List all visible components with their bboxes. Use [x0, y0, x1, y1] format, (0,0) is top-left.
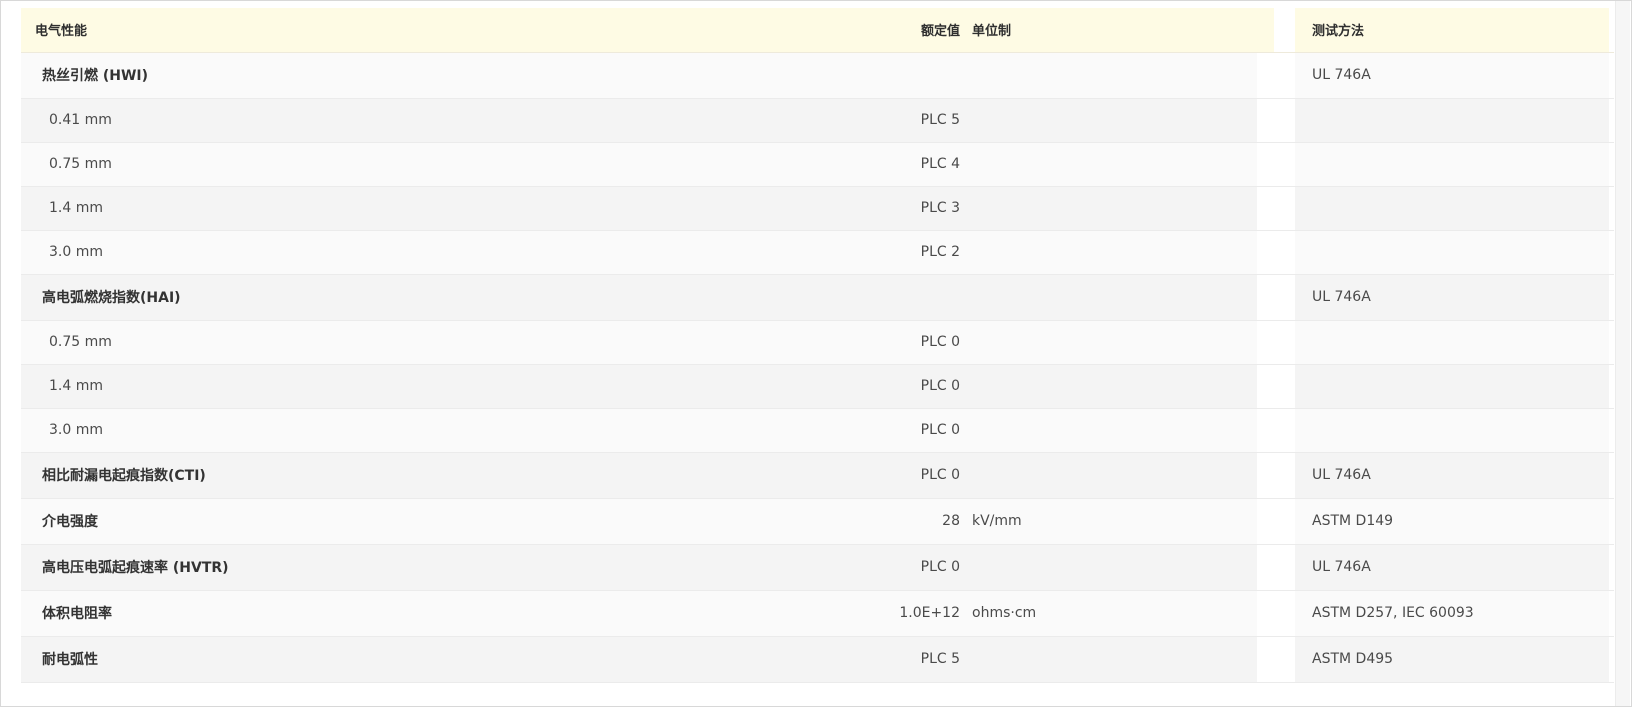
- table-row: 1.4 mm PLC 0: [21, 364, 1614, 408]
- property-name: 0.75 mm: [49, 334, 112, 350]
- property-name: 耐电弧性: [42, 652, 98, 668]
- cell-property-name: 1.4 mm PLC 0: [21, 364, 968, 408]
- table-row: 0.75 mm PLC 0: [21, 320, 1614, 364]
- cell-unit: [955, 274, 1257, 320]
- cell-unit: [955, 452, 1257, 498]
- cell-property-name: 1.4 mm PLC 3: [21, 186, 968, 230]
- cell-unit: [955, 142, 1257, 186]
- property-name: 高电弧燃烧指数(HAI): [42, 290, 181, 306]
- property-name: 0.75 mm: [49, 156, 112, 172]
- property-name: 介电强度: [42, 514, 98, 530]
- cell-test-method: [1295, 230, 1609, 274]
- property-name: 相比耐漏电起痕指数(CTI): [42, 468, 206, 484]
- cell-unit: [955, 98, 1257, 142]
- table-row: 耐电弧性 PLC 5 ASTM D495: [21, 636, 1614, 682]
- cell-unit: [955, 544, 1257, 590]
- cell-property-name: 体积电阻率 1.0E+12: [21, 590, 968, 636]
- table-row: 0.41 mm PLC 5: [21, 98, 1614, 142]
- cell-property-name: 高电弧燃烧指数(HAI): [21, 274, 968, 320]
- property-name: 3.0 mm: [49, 244, 103, 260]
- cell-test-method: UL 746A: [1312, 559, 1371, 575]
- cell-unit: [955, 52, 1257, 98]
- cell-test-method: ASTM D149: [1312, 513, 1394, 529]
- table-row: 0.75 mm PLC 4: [21, 142, 1614, 186]
- property-name: 3.0 mm: [49, 422, 103, 438]
- header-rated-value-label: 额定值: [920, 24, 960, 40]
- table-row: 高电弧燃烧指数(HAI) UL 746A: [21, 274, 1614, 320]
- electrical-properties-table: 电气性能 额定值 单位制 测试方法 热丝引燃 (HWI) UL 746A 0.41 …: [21, 8, 1614, 683]
- table-row: 高电压电弧起痕速率 (HVTR) PLC 0 UL 746A: [21, 544, 1614, 590]
- table-row: 热丝引燃 (HWI) UL 746A: [21, 52, 1614, 98]
- cell-test-method: [1295, 186, 1609, 230]
- cell-test-method: UL 746A: [1312, 289, 1371, 305]
- cell-unit: [955, 230, 1257, 274]
- content-frame: 电气性能 额定值 单位制 测试方法 热丝引燃 (HWI) UL 746A 0.41 …: [0, 0, 1632, 707]
- cell-test-method: [1295, 408, 1609, 452]
- cell-property-name: 0.75 mm PLC 0: [21, 320, 968, 364]
- cell-property-name: 耐电弧性 PLC 5: [21, 636, 968, 682]
- cell-test-method: ASTM D495: [1312, 651, 1394, 667]
- cell-property-name: 3.0 mm PLC 0: [21, 408, 968, 452]
- cell-property-name: 0.41 mm PLC 5: [21, 98, 968, 142]
- header-property: 电气性能 额定值: [21, 8, 968, 53]
- table-row: 介电强度 28 kV/mm ASTM D149: [21, 498, 1614, 544]
- header-unit: 单位制: [972, 8, 1274, 53]
- cell-unit: [955, 364, 1257, 408]
- property-name: 1.4 mm: [49, 200, 103, 216]
- table-row: 3.0 mm PLC 2: [21, 230, 1614, 274]
- property-name: 0.41 mm: [49, 112, 112, 128]
- cell-unit: [955, 636, 1257, 682]
- table-row: 1.4 mm PLC 3: [21, 186, 1614, 230]
- cell-property-name: 3.0 mm PLC 2: [21, 230, 968, 274]
- table-row: 相比耐漏电起痕指数(CTI) PLC 0 UL 746A: [21, 452, 1614, 498]
- cell-test-method: [1295, 364, 1609, 408]
- cell-unit: kV/mm: [972, 513, 1022, 529]
- header-property-label: 电气性能: [35, 24, 88, 40]
- header-test-method: 测试方法: [1295, 8, 1609, 53]
- cell-property-name: 0.75 mm PLC 4: [21, 142, 968, 186]
- property-name: 热丝引燃 (HWI): [42, 68, 149, 84]
- cell-test-method: ASTM D257, IEC 60093: [1312, 605, 1474, 621]
- table-header-row: 电气性能 额定值 单位制 测试方法: [21, 8, 1614, 53]
- cell-test-method: [1295, 98, 1609, 142]
- table-row: 3.0 mm PLC 0: [21, 408, 1614, 452]
- table-row: 体积电阻率 1.0E+12 ohms·cm ASTM D257, IEC 60093: [21, 590, 1614, 636]
- property-name: 1.4 mm: [49, 378, 103, 394]
- cell-property-name: 介电强度 28: [21, 498, 968, 544]
- property-name: 高电压电弧起痕速率 (HVTR): [42, 560, 229, 576]
- cell-unit: ohms·cm: [972, 605, 1037, 621]
- cell-test-method: [1295, 142, 1609, 186]
- cell-property-name: 热丝引燃 (HWI): [21, 52, 968, 98]
- cell-unit: [955, 320, 1257, 364]
- property-name: 体积电阻率: [42, 606, 112, 622]
- cell-unit: [955, 186, 1257, 230]
- cell-property-name: 高电压电弧起痕速率 (HVTR) PLC 0: [21, 544, 968, 590]
- cell-test-method: UL 746A: [1312, 67, 1371, 83]
- cell-test-method: [1295, 320, 1609, 364]
- cell-test-method: UL 746A: [1312, 467, 1371, 483]
- vertical-scrollbar[interactable]: [1615, 1, 1630, 706]
- cell-unit: [955, 408, 1257, 452]
- cell-property-name: 相比耐漏电起痕指数(CTI) PLC 0: [21, 452, 968, 498]
